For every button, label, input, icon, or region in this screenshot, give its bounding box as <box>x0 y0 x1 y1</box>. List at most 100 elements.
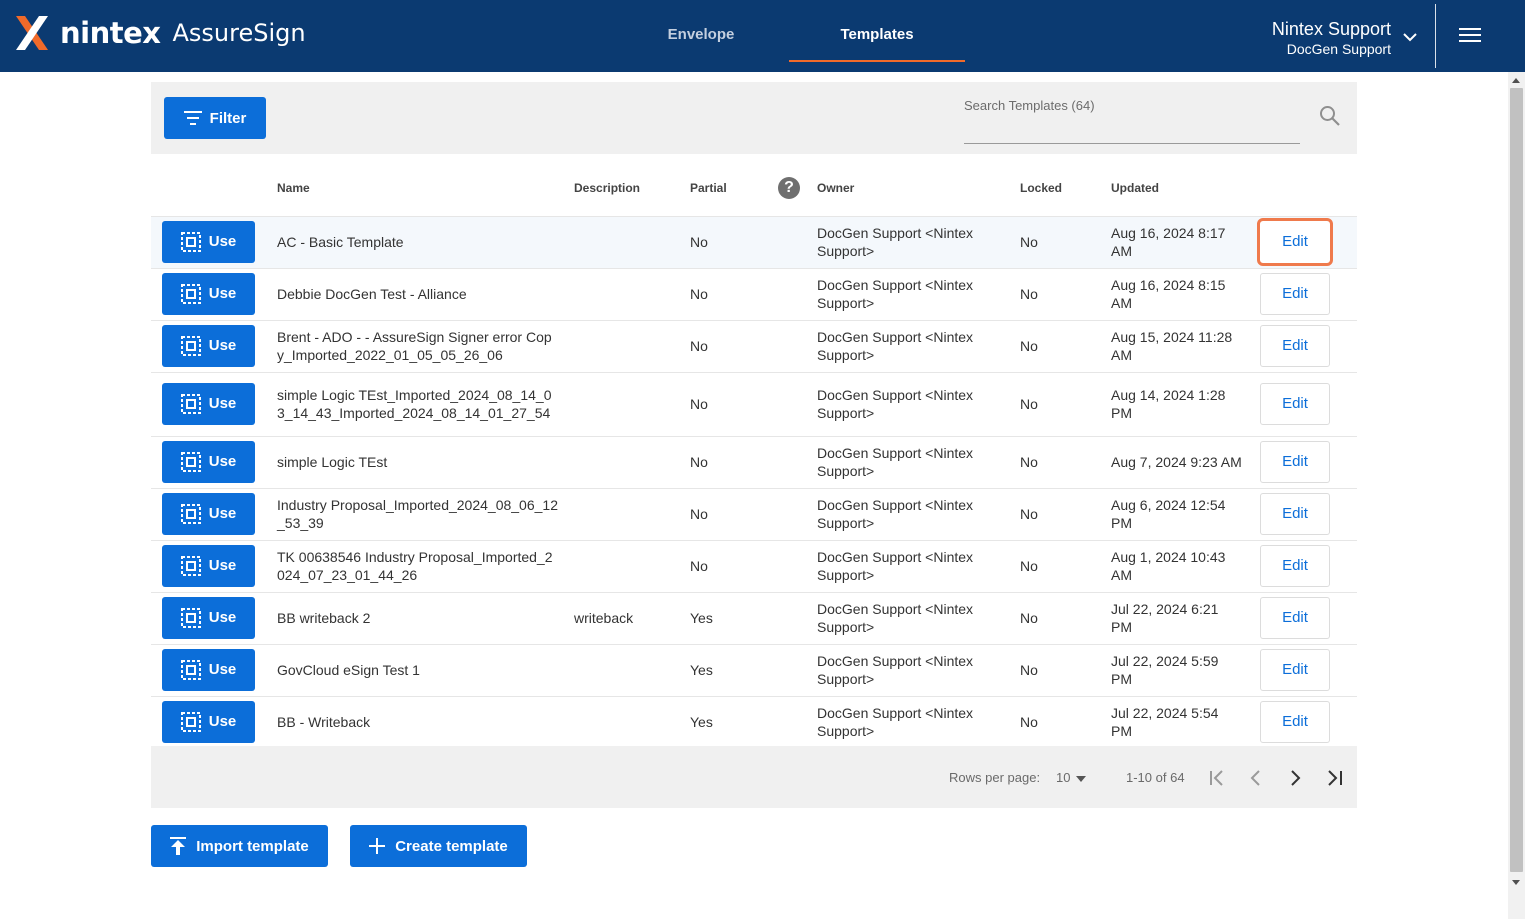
use-template-button[interactable]: Use <box>162 545 255 587</box>
use-template-icon <box>180 660 201 680</box>
use-template-button[interactable]: Use <box>162 325 255 367</box>
create-template-label: Create template <box>395 837 508 855</box>
template-partial: No <box>690 319 817 372</box>
template-name: BB - Writeback <box>277 695 574 748</box>
template-owner: DocGen Support <Nintex Support> <box>817 695 1020 748</box>
template-locked: No <box>1020 267 1111 320</box>
template-partial: No <box>690 267 817 320</box>
user-name: Nintex Support <box>1271 19 1391 39</box>
edit-template-button[interactable]: Edit <box>1260 273 1330 315</box>
brand-name: nintex <box>60 16 161 50</box>
use-button-label: Use <box>208 453 237 470</box>
column-header-partial[interactable]: Partial ? <box>690 160 817 216</box>
column-header-locked[interactable]: Locked <box>1020 160 1111 216</box>
use-template-button[interactable]: Use <box>162 649 255 691</box>
use-button-label: Use <box>208 661 237 678</box>
template-description <box>574 487 690 540</box>
first-page-icon[interactable] <box>1205 767 1229 789</box>
create-template-button[interactable]: Create template <box>350 825 527 867</box>
column-header-description[interactable]: Description <box>574 160 690 216</box>
template-updated: Jul 22, 2024 5:54 PM <box>1111 695 1256 748</box>
template-updated: Aug 14, 2024 1:28 PM <box>1111 371 1256 436</box>
use-button-label: Use <box>208 337 237 354</box>
user-organization: DocGen Support <box>1286 41 1391 57</box>
next-page-icon[interactable] <box>1283 767 1307 789</box>
use-template-icon <box>180 712 201 733</box>
use-template-button[interactable]: Use <box>162 597 255 639</box>
tab-envelope[interactable]: Envelope <box>626 0 776 62</box>
template-description <box>574 643 690 696</box>
previous-page-icon[interactable] <box>1244 767 1268 789</box>
column-header-partial-label: Partial <box>690 180 727 195</box>
use-button-label: Use <box>208 557 237 574</box>
filter-button-label: Filter <box>209 109 247 127</box>
edit-template-button[interactable]: Edit <box>1260 441 1330 483</box>
template-partial: No <box>690 215 817 268</box>
template-locked: No <box>1020 435 1111 488</box>
filter-button[interactable]: Filter <box>164 97 266 139</box>
edit-button-label: Edit <box>1282 453 1308 470</box>
template-locked: No <box>1020 319 1111 372</box>
search-icon[interactable] <box>1319 105 1341 127</box>
brand-logo[interactable]: nintex AssureSign <box>14 14 306 52</box>
template-name: simple Logic TEst <box>277 435 574 488</box>
edit-template-button[interactable]: Edit <box>1257 218 1333 266</box>
edit-template-button[interactable]: Edit <box>1260 325 1330 367</box>
edit-template-button[interactable]: Edit <box>1260 649 1330 691</box>
edit-template-button[interactable]: Edit <box>1260 383 1330 425</box>
tab-templates[interactable]: Templates <box>789 0 965 62</box>
hamburger-menu-icon[interactable] <box>1458 24 1482 48</box>
help-icon[interactable]: ? <box>778 176 801 199</box>
last-page-icon[interactable] <box>1323 767 1347 789</box>
chevron-down-icon[interactable] <box>1403 32 1417 42</box>
use-template-button[interactable]: Use <box>162 441 255 483</box>
caret-down-icon <box>1076 776 1087 782</box>
template-name: Brent - ADO - - AssureSign Signer error … <box>277 319 574 372</box>
edit-template-button[interactable]: Edit <box>1260 493 1330 535</box>
use-button-label: Use <box>208 395 237 412</box>
column-header-name[interactable]: Name <box>277 160 574 216</box>
use-template-icon <box>180 608 201 628</box>
template-owner: DocGen Support <Nintex Support> <box>817 267 1020 320</box>
use-template-button[interactable]: Use <box>162 383 255 425</box>
table-row: Use Industry Proposal_Imported_2024_08_06… <box>151 487 1357 540</box>
template-owner: DocGen Support <Nintex Support> <box>817 487 1020 540</box>
template-description <box>574 319 690 372</box>
edit-template-button[interactable]: Edit <box>1260 597 1330 639</box>
rows-per-page-select[interactable]: 10 <box>1056 770 1087 785</box>
edit-template-button[interactable]: Edit <box>1260 545 1330 587</box>
use-template-button[interactable]: Use <box>162 493 255 535</box>
use-template-button[interactable]: Use <box>162 221 255 263</box>
use-button-label: Use <box>208 285 237 302</box>
use-template-button[interactable]: Use <box>162 701 255 744</box>
column-header-owner[interactable]: Owner <box>817 160 1020 216</box>
template-partial: No <box>690 371 817 436</box>
template-updated: Aug 6, 2024 12:54 PM <box>1111 487 1256 540</box>
scroll-up-arrow-icon[interactable] <box>1512 78 1520 83</box>
template-description <box>574 695 690 748</box>
use-template-icon <box>180 394 201 414</box>
template-updated: Aug 16, 2024 8:15 AM <box>1111 267 1256 320</box>
column-header-updated[interactable]: Updated <box>1111 160 1256 216</box>
template-locked: No <box>1020 539 1111 592</box>
scroll-down-arrow-icon[interactable] <box>1512 880 1520 885</box>
template-partial: Yes <box>690 643 817 696</box>
use-template-icon <box>180 452 201 472</box>
use-button-label: Use <box>208 505 237 522</box>
edit-template-button[interactable]: Edit <box>1260 701 1330 744</box>
use-template-button[interactable]: Use <box>162 273 255 315</box>
edit-button-label: Edit <box>1282 337 1308 354</box>
template-locked: No <box>1020 591 1111 644</box>
template-name: BB writeback 2 <box>277 591 574 644</box>
template-owner: DocGen Support <Nintex Support> <box>817 371 1020 436</box>
user-account-menu[interactable]: Nintex Support DocGen Support <box>1272 19 1391 57</box>
use-button-label: Use <box>208 609 237 626</box>
search-field[interactable]: Search Templates (64) <box>964 94 1300 144</box>
template-name: Industry Proposal_Imported_2024_08_06_12… <box>277 487 574 540</box>
template-partial: No <box>690 435 817 488</box>
scrollbar-thumb[interactable] <box>1510 88 1523 872</box>
template-owner: DocGen Support <Nintex Support> <box>817 591 1020 644</box>
search-input[interactable] <box>964 116 1294 140</box>
import-template-button[interactable]: Import template <box>151 825 328 867</box>
template-locked: No <box>1020 215 1111 268</box>
